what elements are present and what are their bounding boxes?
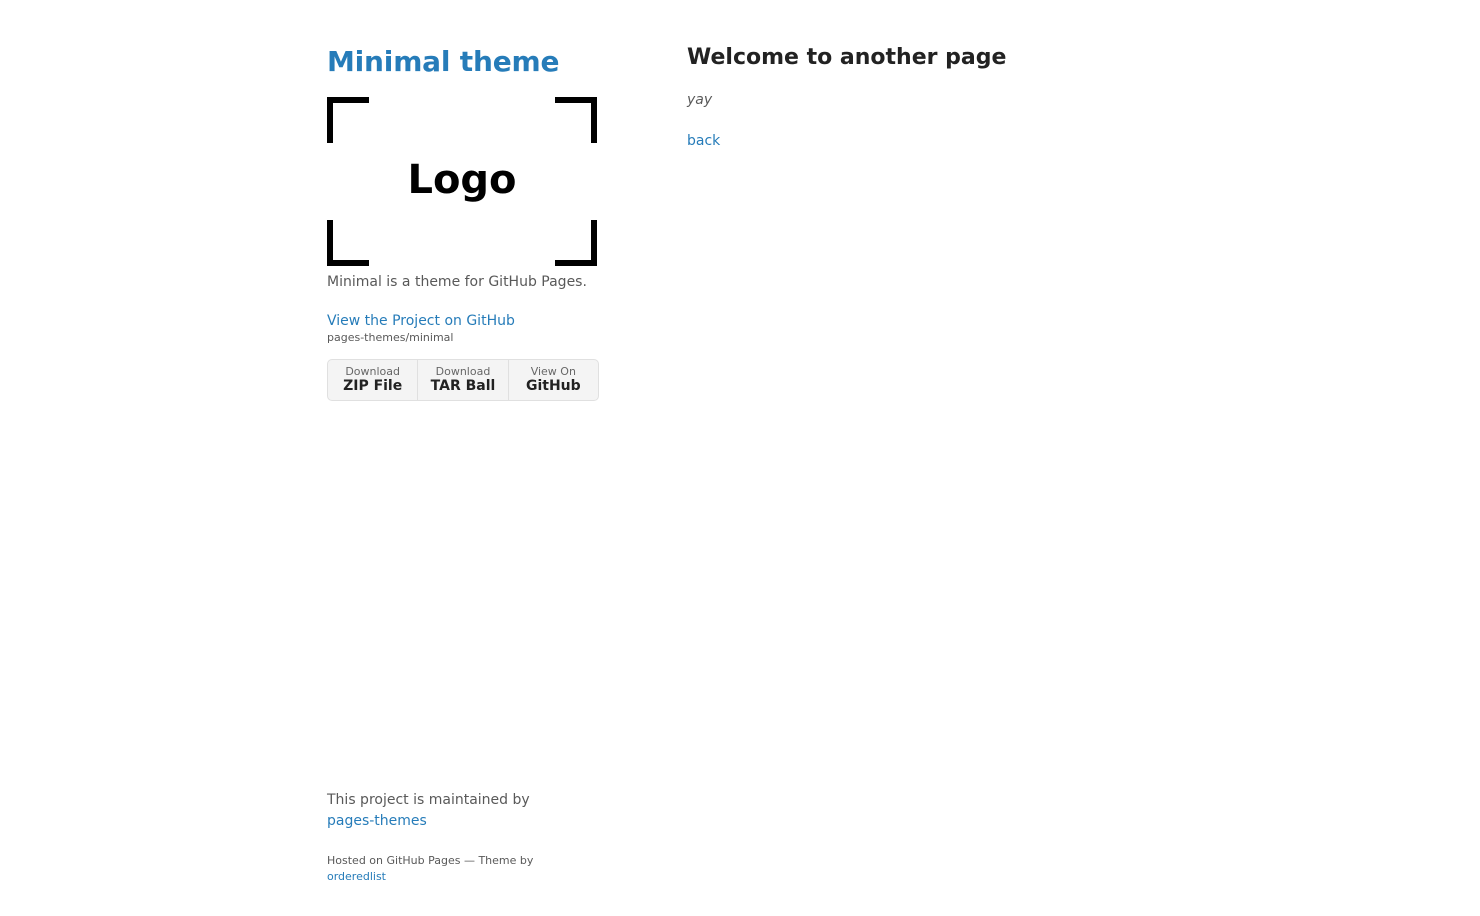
hosted-on-prefix: Hosted on GitHub Pages — Theme by: [327, 854, 534, 867]
back-link[interactable]: back: [687, 131, 720, 151]
sidebar: Minimal theme Logo Minimal is a theme fo…: [327, 44, 599, 401]
download-buttons: Download ZIP File Download TAR Ball View…: [327, 359, 599, 401]
theme-author-link[interactable]: orderedlist: [327, 870, 386, 883]
download-zip-button[interactable]: Download ZIP File: [328, 360, 419, 400]
download-tar-label: TAR Ball: [430, 378, 496, 394]
maintainer-link[interactable]: pages-themes: [327, 813, 427, 829]
download-tar-button[interactable]: Download TAR Ball: [418, 360, 509, 400]
download-tar-caption: Download: [435, 365, 491, 378]
main-content: Welcome to another page yay back: [687, 42, 1187, 151]
site-title: Minimal theme: [327, 44, 599, 80]
logo-corner-top-right: [555, 97, 597, 143]
page-emphasis-text: yay: [687, 90, 1187, 110]
view-project-link[interactable]: View the Project on GitHub: [327, 311, 599, 331]
maintained-by-text: This project is maintained by pages-them…: [327, 790, 577, 832]
page-heading: Welcome to another page: [687, 45, 1007, 70]
logo-text: Logo: [407, 157, 517, 203]
view-on-github-label: GitHub: [525, 378, 581, 394]
hosted-on-text: Hosted on GitHub Pages — Theme by ordere…: [327, 853, 577, 885]
repo-name: pages-themes/minimal: [327, 331, 454, 344]
emphasis-text: yay: [687, 92, 713, 108]
logo-corner-bottom-right: [555, 220, 597, 266]
view-on-github-caption: View On: [530, 365, 576, 378]
download-zip-label: ZIP File: [343, 378, 403, 394]
logo-corner-top-left: [327, 97, 369, 143]
site-description: Minimal is a theme for GitHub Pages.: [327, 274, 587, 290]
logo-image: Logo: [327, 97, 597, 266]
sidebar-footer: This project is maintained by pages-them…: [327, 790, 577, 885]
site-title-link[interactable]: Minimal theme: [327, 45, 559, 78]
maintained-by-prefix: This project is maintained by: [327, 792, 530, 808]
view-on-github-button[interactable]: View On GitHub: [509, 360, 598, 400]
logo-corner-bottom-left: [327, 220, 369, 266]
download-zip-caption: Download: [345, 365, 400, 378]
